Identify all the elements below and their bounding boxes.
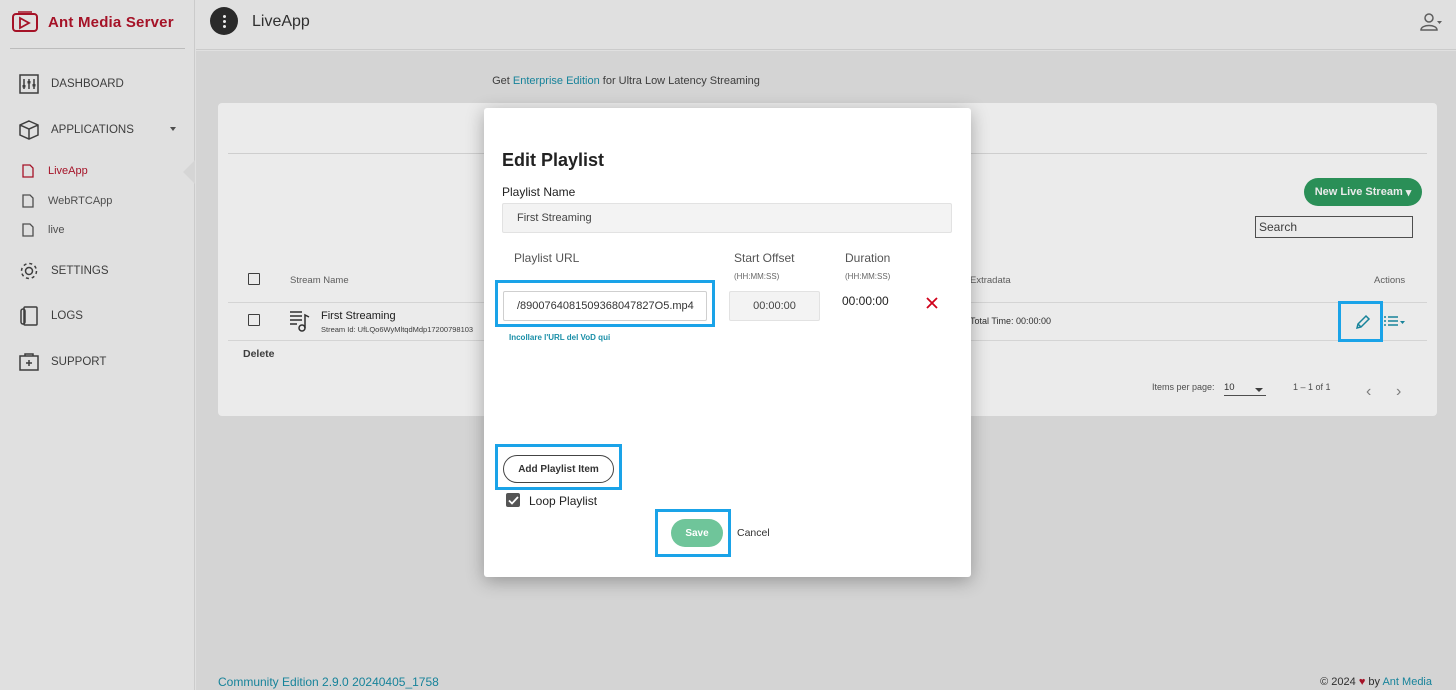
highlight-edit-action <box>1338 301 1383 342</box>
start-offset-format: (HH:MM:SS) <box>734 272 780 281</box>
start-offset-header: Start Offset <box>734 251 795 265</box>
edit-playlist-dialog: Edit Playlist Playlist Name First Stream… <box>484 108 971 577</box>
duration-value: 00:00:00 <box>842 294 889 308</box>
playlist-url-header: Playlist URL <box>514 251 580 265</box>
duration-header: Duration <box>845 251 891 265</box>
start-offset-input[interactable]: 00:00:00 <box>729 291 820 321</box>
duration-format: (HH:MM:SS) <box>845 272 891 281</box>
highlight-save-button <box>655 509 731 557</box>
highlight-url-input <box>495 280 715 327</box>
checkmark-icon <box>507 495 519 505</box>
highlight-add-button <box>495 444 622 490</box>
cancel-button[interactable]: Cancel <box>737 527 770 539</box>
dialog-title: Edit Playlist <box>502 150 605 170</box>
url-hint: Incollare l'URL del VoD qui <box>509 333 611 342</box>
playlist-name-field[interactable]: First Streaming <box>502 203 952 233</box>
close-icon[interactable] <box>924 295 940 311</box>
playlist-name-label: Playlist Name <box>502 185 576 199</box>
loop-playlist-checkbox[interactable] <box>506 493 520 507</box>
loop-playlist-label: Loop Playlist <box>529 494 598 508</box>
